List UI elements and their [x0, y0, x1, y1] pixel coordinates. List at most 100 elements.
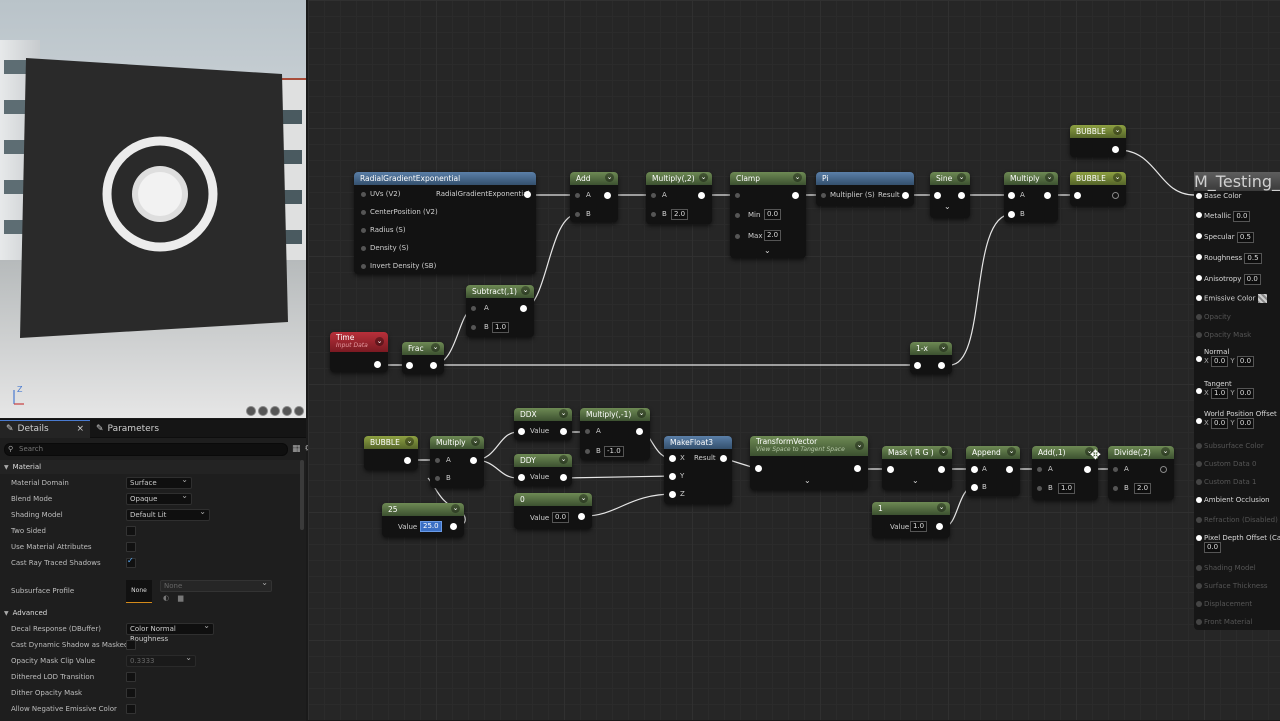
constant-value-input[interactable]: 0.0 [552, 512, 570, 523]
viewport-shape-button[interactable] [282, 406, 292, 416]
viewport-shape-button[interactable] [294, 406, 304, 416]
material-preview-viewport[interactable]: Z [0, 0, 306, 418]
output-pin[interactable] [524, 191, 531, 198]
chevron-down-icon[interactable]: ⌄ [579, 494, 588, 503]
chevron-down-icon[interactable]: ⌄ [605, 173, 614, 182]
browse-icon[interactable]: ▆ [178, 594, 183, 602]
node-bubble-reroute[interactable]: BUBBLE ⌄ [1070, 125, 1126, 157]
output-pin[interactable] [720, 455, 727, 462]
output-pin[interactable] [520, 305, 527, 312]
max-value-input[interactable]: 2.0 [764, 230, 782, 241]
node-divide-2[interactable]: Divide(,2) ⌄ A B 2.0 [1108, 446, 1174, 500]
cast-ray-traced-shadows-checkbox[interactable] [126, 556, 136, 568]
result-pin-normal[interactable]: Normal X 0.0 Y 0.0 [1196, 348, 1255, 367]
input-pin[interactable] [1113, 486, 1118, 491]
chevron-down-icon[interactable]: ⌄ [451, 504, 460, 513]
output-pin[interactable] [430, 362, 437, 369]
input-pin[interactable] [361, 228, 366, 233]
input-pin[interactable] [669, 491, 676, 498]
input-pin[interactable] [735, 234, 740, 239]
input-pin[interactable] [669, 473, 676, 480]
result-pin-pixel-depth-offset[interactable]: Pixel Depth Offset (Ca 0.0 [1196, 534, 1280, 553]
output-pin[interactable] [792, 192, 799, 199]
output-pin[interactable] [636, 428, 643, 435]
output-pin[interactable] [1044, 192, 1051, 199]
b-value-input[interactable]: 2.0 [1134, 483, 1152, 494]
input-pin[interactable] [651, 193, 656, 198]
output-pin[interactable] [578, 513, 585, 520]
input-pin[interactable] [471, 325, 476, 330]
chevron-down-icon[interactable]: ⌄ [804, 476, 811, 485]
node-constant-0[interactable]: 0 ⌄ Value 0.0 [514, 493, 592, 529]
node-time[interactable]: Time Input Data ⌄ [330, 332, 388, 372]
input-pin[interactable] [518, 474, 525, 481]
input-pin[interactable] [361, 210, 366, 215]
node-subtract[interactable]: Subtract(,1) ⌄ A B 1.0 [466, 285, 534, 337]
node-constant-1[interactable]: 1 ⌄ Value 1.0 [872, 502, 950, 538]
viewport-shape-button[interactable] [246, 406, 256, 416]
chevron-down-icon[interactable]: ⌄ [559, 455, 568, 464]
two-sided-checkbox[interactable] [126, 526, 136, 536]
input-pin[interactable] [1008, 211, 1015, 218]
cast-dynamic-shadow-masked-checkbox[interactable] [126, 640, 136, 650]
chevron-down-icon[interactable]: ⌄ [431, 343, 440, 352]
node-clamp[interactable]: Clamp ⌄ Min 0.0 Max 2.0 ⌄ [730, 172, 806, 258]
node-one-minus[interactable]: 1-x ⌄ [910, 342, 952, 374]
node-mask[interactable]: Mask ( R G ) ⌄ ⌄ [882, 446, 952, 490]
dither-opacity-mask-checkbox[interactable] [126, 688, 136, 698]
node-add-1[interactable]: Add(,1) ⌄ A B 1.0 [1032, 446, 1098, 500]
input-pin[interactable] [1008, 192, 1015, 199]
node-sine[interactable]: Sine ⌄ ⌄ [930, 172, 970, 218]
input-pin[interactable] [971, 466, 978, 473]
input-pin[interactable] [1113, 467, 1118, 472]
chevron-down-icon[interactable]: ⌄ [637, 409, 646, 418]
chevron-down-icon[interactable]: ⌄ [1007, 447, 1016, 456]
color-swatch[interactable] [1257, 294, 1267, 303]
chevron-down-icon[interactable]: ⌄ [957, 173, 966, 182]
input-pin[interactable] [914, 362, 921, 369]
input-pin[interactable] [471, 306, 476, 311]
chevron-down-icon[interactable]: ⌄ [559, 409, 568, 418]
allow-negative-emissive-checkbox[interactable] [126, 704, 136, 714]
result-pin-base-color[interactable]: Base Color [1196, 192, 1242, 200]
input-pin[interactable] [669, 455, 676, 462]
result-pin-emissive[interactable]: Emissive Color [1196, 294, 1267, 303]
b-value-input[interactable]: 1.0 [1058, 483, 1076, 494]
output-pin[interactable] [902, 192, 909, 199]
output-pin[interactable] [1160, 466, 1167, 473]
node-makefloat3[interactable]: MakeFloat3 X Result Y Z [664, 436, 732, 504]
input-pin[interactable] [361, 264, 366, 269]
chevron-down-icon[interactable]: ⌄ [1113, 126, 1122, 135]
chevron-down-icon[interactable]: ⌄ [521, 286, 530, 295]
node-multiply-bottom[interactable]: Multiply ⌄ A B [430, 436, 484, 488]
input-pin[interactable] [971, 484, 978, 491]
b-value-input[interactable]: 1.0 [492, 322, 510, 333]
node-radial-gradient[interactable]: RadialGradientExponential UVs (V2) Cente… [354, 172, 536, 274]
constant-value-input[interactable]: 25.0 [420, 521, 442, 532]
input-pin[interactable] [435, 476, 440, 481]
node-multiply-2[interactable]: Multiply(,2) ⌄ A B 2.0 [646, 172, 712, 224]
input-pin[interactable] [821, 193, 826, 198]
b-value-input[interactable]: 2.0 [671, 209, 689, 220]
output-pin[interactable] [958, 192, 965, 199]
output-pin[interactable] [1084, 466, 1091, 473]
chevron-down-icon[interactable]: ⌄ [855, 441, 864, 450]
chevron-down-icon[interactable]: ⌄ [939, 447, 948, 456]
chevron-down-icon[interactable]: ⌄ [1161, 447, 1170, 456]
chevron-down-icon[interactable]: ⌄ [405, 437, 414, 446]
chevron-down-icon[interactable]: ⌄ [937, 503, 946, 512]
result-pin-wpo[interactable]: World Position Offset X 0.0 Y 0.0 [1196, 410, 1277, 429]
result-pin-anisotropy[interactable]: Anisotropy 0.0 [1196, 274, 1261, 285]
chevron-down-icon[interactable]: ⌄ [793, 173, 802, 182]
reset-icon[interactable]: ◐ [163, 594, 169, 602]
node-multiply-neg1[interactable]: Multiply(,-1) ⌄ A B -1.0 [580, 408, 650, 460]
output-pin[interactable] [938, 466, 945, 473]
node-append[interactable]: Append ⌄ A B [966, 446, 1020, 496]
decal-response-dropdown[interactable]: Color Normal Roughness [126, 621, 214, 643]
result-pin-metallic[interactable]: Metallic 0.0 [1196, 211, 1251, 222]
chevron-down-icon[interactable]: ⌄ [1045, 173, 1054, 182]
node-material-result[interactable]: M_Testing_136 Base Color Metallic 0.0 Sp… [1194, 172, 1280, 630]
input-pin[interactable] [934, 192, 941, 199]
subsurface-profile-dropdown[interactable]: None [160, 578, 272, 592]
input-pin[interactable] [361, 192, 366, 197]
